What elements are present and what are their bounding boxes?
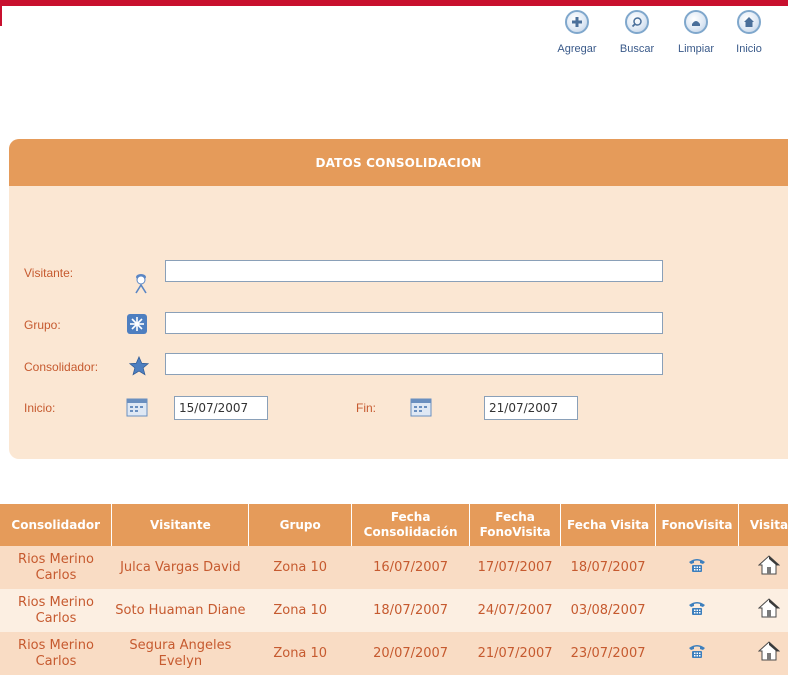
phone-icon[interactable] [687, 600, 707, 621]
cell-visita [738, 589, 788, 632]
cell-fecha-fonovisita: 24/07/2007 [469, 589, 561, 632]
limpiar-button[interactable]: Limpiar [666, 10, 726, 55]
cell-visitante: Segura Angeles Evelyn [111, 632, 249, 675]
cell-fecha-visita: 03/08/2007 [560, 589, 656, 632]
inicio-button[interactable]: Inicio [726, 10, 772, 55]
top-red-bar [0, 0, 788, 6]
grupo-input[interactable] [165, 312, 663, 334]
calendar-icon[interactable] [126, 396, 148, 418]
panel-title: DATOS CONSOLIDACION [315, 155, 482, 170]
cell-fonovisita [655, 589, 739, 632]
phone-icon[interactable] [687, 643, 707, 664]
cell-visita [738, 632, 788, 675]
cell-visita [738, 546, 788, 589]
inicio-date-label: Inicio: [24, 401, 56, 415]
cell-grupo: Zona 10 [248, 632, 352, 675]
buscar-label: Buscar [619, 43, 655, 55]
header-consolidador[interactable]: Consolidador [0, 504, 113, 546]
cell-visitante: Soto Huaman Diane [111, 589, 249, 632]
cell-grupo: Zona 10 [248, 589, 352, 632]
inicio-label: Inicio [736, 43, 762, 55]
person-icon [130, 272, 152, 294]
table-row[interactable]: Rios Merino Carlos Julca Vargas David Zo… [0, 546, 788, 589]
cell-fecha-visita: 23/07/2007 [560, 632, 656, 675]
top-red-bar-tick [0, 6, 2, 26]
visitante-input[interactable] [165, 260, 663, 282]
add-icon [565, 10, 589, 34]
cell-fecha-visita: 18/07/2007 [560, 546, 656, 589]
header-fecha-visita[interactable]: Fecha Visita [560, 504, 657, 546]
visitante-label: Visitante: [24, 266, 74, 280]
cell-visitante: Julca Vargas David [111, 546, 249, 589]
house-icon[interactable] [757, 555, 781, 580]
agregar-label: Agregar [557, 43, 597, 55]
toolbar: Agregar Buscar Limpiar Inicio [546, 10, 772, 55]
buscar-button[interactable]: Buscar [608, 10, 666, 55]
agregar-button[interactable]: Agregar [546, 10, 608, 55]
consolidador-label: Consolidador: [24, 360, 99, 374]
header-grupo[interactable]: Grupo [248, 504, 353, 546]
cell-fecha-fonovisita: 21/07/2007 [469, 632, 561, 675]
fin-date-input[interactable] [484, 396, 578, 420]
panel-header: DATOS CONSOLIDACION [9, 139, 788, 186]
consolidador-input[interactable] [165, 353, 663, 375]
table-row[interactable]: Rios Merino Carlos Segura Angeles Evelyn… [0, 632, 788, 675]
group-icon [126, 313, 148, 335]
house-icon[interactable] [757, 641, 781, 666]
phone-icon[interactable] [687, 557, 707, 578]
header-visita[interactable]: Visita [738, 504, 788, 546]
header-fonovisita[interactable]: FonoVisita [655, 504, 739, 546]
grupo-label: Grupo: [24, 318, 61, 332]
cell-fecha-fonovisita: 17/07/2007 [469, 546, 561, 589]
limpiar-label: Limpiar [677, 43, 715, 55]
search-icon [625, 10, 649, 34]
header-fecha-fonovisita[interactable]: Fecha FonoVisita [469, 504, 562, 546]
cell-fecha-consolidacion: 18/07/2007 [351, 589, 470, 632]
cell-fecha-consolidacion: 20/07/2007 [351, 632, 470, 675]
home-icon [737, 10, 761, 34]
header-visitante[interactable]: Visitante [111, 504, 250, 546]
star-icon [128, 355, 150, 377]
house-icon[interactable] [757, 598, 781, 623]
cell-fonovisita [655, 546, 739, 589]
fin-date-label: Fin: [356, 401, 377, 415]
cell-consolidador: Rios Merino Carlos [0, 632, 112, 675]
calendar-icon[interactable] [410, 396, 432, 418]
table-header-row: Consolidador Visitante Grupo Fecha Conso… [0, 504, 788, 546]
cell-fecha-consolidacion: 16/07/2007 [351, 546, 470, 589]
cell-consolidador: Rios Merino Carlos [0, 589, 112, 632]
clean-icon [684, 10, 708, 34]
consolidation-table: Consolidador Visitante Grupo Fecha Conso… [0, 504, 788, 675]
table-row[interactable]: Rios Merino Carlos Soto Huaman Diane Zon… [0, 589, 788, 632]
cell-consolidador: Rios Merino Carlos [0, 546, 112, 589]
cell-fonovisita [655, 632, 739, 675]
cell-grupo: Zona 10 [248, 546, 352, 589]
header-fecha-consolidacion[interactable]: Fecha Consolidación [351, 504, 471, 546]
inicio-date-input[interactable] [174, 396, 268, 420]
